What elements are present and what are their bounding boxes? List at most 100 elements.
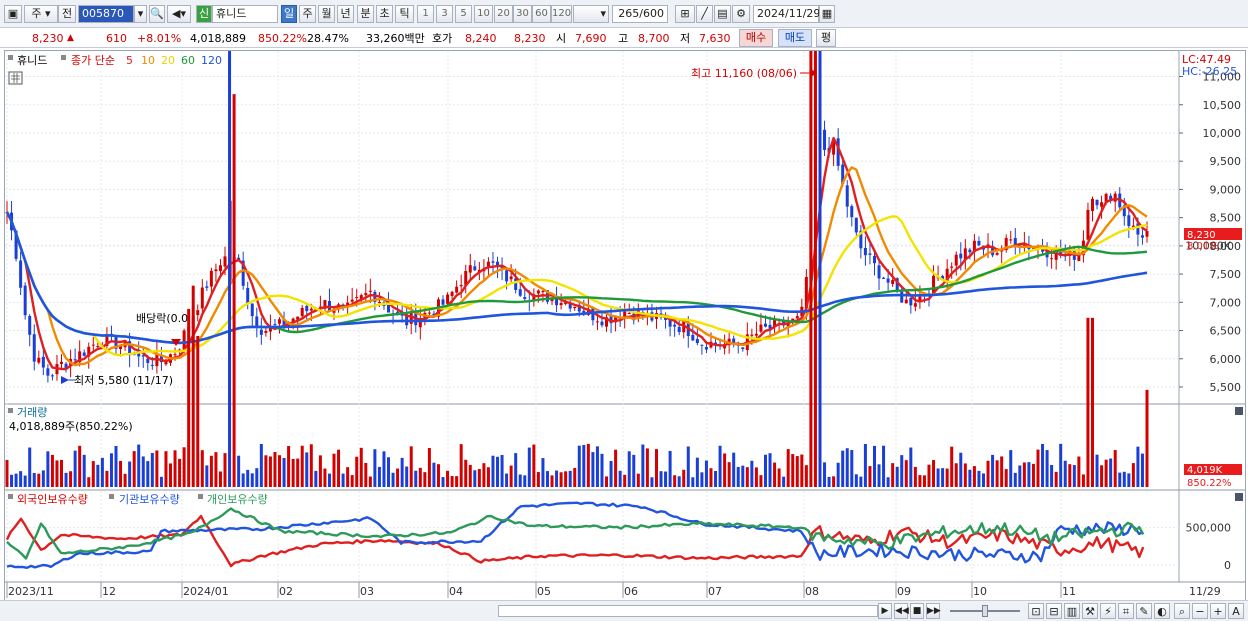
trend-icon[interactable]: ⚡ (1100, 603, 1116, 619)
zoom-out-icon[interactable]: − (1192, 603, 1208, 619)
volume-bar (813, 0, 817, 488)
interval-5[interactable]: 5 (455, 5, 472, 23)
sell-button[interactable]: 매도 (778, 29, 812, 47)
draw-line-icon[interactable]: ╱ (696, 5, 713, 23)
stop-button[interactable]: ■ (910, 603, 924, 619)
candle-body (350, 299, 354, 302)
volume-bar (827, 476, 831, 487)
stock-name-field[interactable]: 휴니드 (212, 5, 278, 23)
date-field[interactable]: 2024/11/29 (753, 5, 820, 23)
volume-bar (50, 454, 54, 487)
scroll-track[interactable] (498, 605, 878, 617)
period-tab-second[interactable]: 초 (376, 5, 393, 23)
buy-button[interactable]: 매수 (739, 29, 773, 47)
volume-bar (1004, 469, 1008, 487)
x-axis-label: 2024/01 (183, 585, 229, 598)
rewind-button[interactable]: ◀◀ (894, 603, 909, 619)
indicator-icon[interactable]: ⚒ (1082, 603, 1098, 619)
low-price: 7,630 (699, 32, 731, 45)
volume-bar (337, 449, 341, 487)
speaker-icon[interactable]: ◀▾ (167, 5, 191, 23)
scroll-right-button[interactable]: ▶ (878, 603, 892, 619)
volume-bar (350, 475, 354, 487)
volume-bar (200, 450, 204, 487)
close-volume-panel-icon[interactable] (1235, 407, 1243, 415)
fast-forward-button[interactable]: ▶▶ (926, 603, 941, 619)
palette-icon[interactable]: ◐ (1154, 603, 1170, 619)
save-icon[interactable]: ▤ (714, 5, 731, 23)
volume-ratio: 850.22% (258, 32, 307, 45)
candle-body (364, 293, 368, 296)
volume-bar (1009, 450, 1013, 487)
volume-bar (1122, 471, 1126, 487)
interval-20[interactable]: 20 (494, 5, 513, 23)
period-type-select[interactable]: 주 ▾ (24, 5, 58, 23)
volume-bar (550, 475, 554, 487)
interval-120[interactable]: 120 (551, 5, 572, 23)
volume-bar (927, 464, 931, 487)
volume-bar (155, 450, 159, 487)
volume-bar (368, 476, 372, 487)
interval-60[interactable]: 60 (532, 5, 551, 23)
period-tab-week[interactable]: 주 (299, 5, 316, 23)
close-holdings-panel-icon[interactable] (1235, 493, 1243, 501)
prev-button[interactable]: 전 (58, 5, 76, 23)
volume-bar (141, 456, 145, 487)
volume-bar (582, 444, 586, 487)
data-count-field[interactable]: 265/600 (612, 5, 668, 23)
period-tab-month[interactable]: 월 (318, 5, 335, 23)
candle-body (137, 353, 141, 357)
zoom-in-icon[interactable]: + (1210, 603, 1226, 619)
zoom-search-icon[interactable]: ⌕ (1174, 603, 1190, 619)
code-dropdown-icon[interactable]: ▾ (134, 5, 147, 23)
candle-type-icon[interactable]: ⊞ (675, 5, 695, 23)
table-view-icon[interactable] (8, 71, 23, 85)
candle-body (823, 129, 827, 150)
candle-body (904, 299, 908, 304)
chart-window-icon[interactable]: ▣ (4, 5, 22, 23)
layout-icon[interactable]: ⊡ (1028, 603, 1044, 619)
period-tab-tick[interactable]: 틱 (395, 5, 414, 23)
period-tab-minute[interactable]: 분 (357, 5, 374, 23)
search-icon[interactable]: 🔍 (149, 5, 165, 23)
volume-bar (818, 18, 822, 487)
tools-icon[interactable]: ✎ (1136, 603, 1152, 619)
eval-button[interactable]: 평 (816, 29, 836, 47)
volume-bar (196, 335, 200, 487)
interval-10[interactable]: 10 (474, 5, 493, 23)
cross-line-icon[interactable]: ⌗ (1118, 603, 1134, 619)
candle-body (514, 278, 518, 290)
candle-body (273, 324, 277, 326)
interval-30[interactable]: 30 (513, 5, 532, 23)
volume-bar (78, 445, 82, 487)
candle-body (1127, 215, 1131, 226)
gear-icon[interactable]: ⚙ (732, 5, 750, 23)
interval-1[interactable]: 1 (417, 5, 434, 23)
stock-code-input[interactable]: 005870 (78, 5, 134, 23)
volume-bar (654, 449, 658, 487)
volume-bar (768, 453, 772, 487)
interval-3[interactable]: 3 (436, 5, 453, 23)
calendar-icon[interactable]: ▦ (819, 5, 835, 23)
x-axis-label: 04 (449, 585, 463, 598)
volume-bar (1086, 317, 1090, 487)
price-change: 610 (106, 32, 127, 45)
custom-interval-select[interactable]: ▾ (573, 5, 609, 23)
candle-body (28, 316, 32, 335)
candle-body (627, 312, 631, 314)
volume-bar (605, 476, 609, 487)
x-axis-label: 07 (708, 585, 722, 598)
volume-bar (577, 445, 581, 487)
volume-bar (686, 446, 690, 487)
volume-bar (332, 453, 336, 487)
chart-canvas[interactable]: 11,00010,50010,0009,5009,0008,5008,0007,… (5, 0, 1245, 600)
period-tab-year[interactable]: 년 (337, 5, 354, 23)
x-axis-label: 06 (624, 585, 638, 598)
volume-bar (591, 452, 595, 487)
volume-bar (750, 460, 754, 487)
period-icon[interactable]: ▥ (1064, 603, 1080, 619)
font-size-icon[interactable]: A (1228, 603, 1244, 619)
period-tab-day[interactable]: 일 (281, 5, 297, 23)
split-icon[interactable]: ⊟ (1046, 603, 1062, 619)
zoom-slider-handle[interactable] (982, 605, 988, 617)
